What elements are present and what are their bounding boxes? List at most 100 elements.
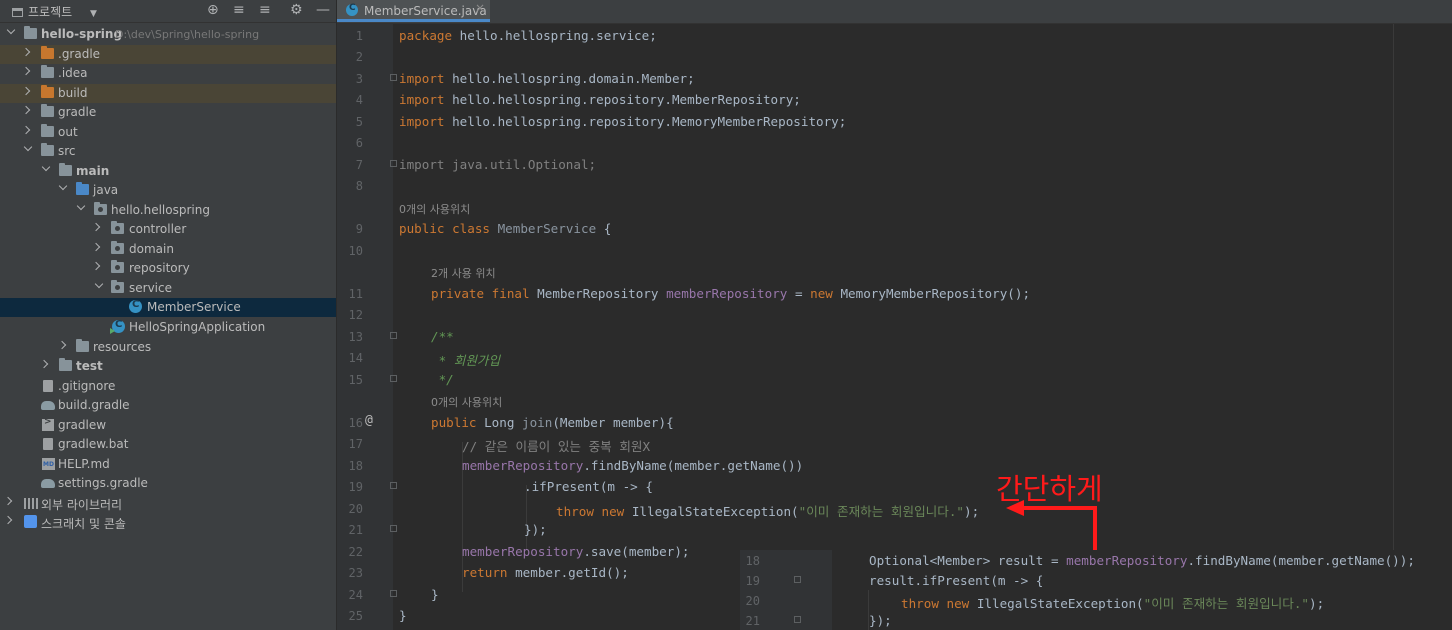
- tree-item-build-gradle[interactable]: build.gradle: [0, 396, 336, 415]
- tree-item-domain[interactable]: domain: [0, 240, 336, 259]
- usages-hint[interactable]: 0개의 사용위치: [431, 394, 502, 410]
- chevron-right-icon[interactable]: [93, 262, 101, 270]
- fold-marker-icon: [794, 576, 801, 583]
- source-root-folder-icon: [59, 163, 72, 176]
- tree-item-label: service: [129, 281, 172, 295]
- tree-item-repository[interactable]: repository: [0, 259, 336, 278]
- tab-label: MemberService.java: [364, 4, 487, 18]
- code-line-15: */: [431, 372, 454, 387]
- folder-icon: [41, 143, 54, 156]
- chevron-right-icon[interactable]: [41, 360, 49, 368]
- implementation-marker-icon[interactable]: @: [365, 413, 373, 428]
- chevron-down-icon[interactable]: [7, 28, 15, 36]
- tree-item-label: 스크래치 및 콘솔: [41, 517, 126, 531]
- line-number: 23: [348, 566, 363, 580]
- tree-item-out[interactable]: out: [0, 123, 336, 142]
- chevron-right-icon[interactable]: [23, 87, 31, 95]
- tree-item-gradlew[interactable]: gradlew: [0, 416, 336, 435]
- expand-all-icon[interactable]: ≡: [233, 2, 245, 18]
- chevron-right-icon[interactable]: [59, 341, 67, 349]
- line-number: 13: [348, 330, 363, 344]
- java-class-icon: [346, 3, 358, 16]
- tree-item-label: gradlew.bat: [58, 437, 129, 451]
- tree-item-gradle-cache[interactable]: .gradle: [0, 45, 336, 64]
- project-panel: 프로젝트 ▼ ⊕ ≡ ≡ ⚙ — hello-spring D:\dev\Spr…: [0, 0, 336, 630]
- code-line-5: import hello.hellospring.repository.Memo…: [399, 114, 847, 129]
- tree-item-label: HelloSpringApplication: [129, 320, 266, 334]
- tree-item-label: out: [58, 125, 78, 139]
- chevron-right-icon[interactable]: [23, 48, 31, 56]
- line-number: 7: [355, 158, 363, 172]
- tree-item-gradle[interactable]: gradle: [0, 103, 336, 122]
- tree-item-main[interactable]: main: [0, 162, 336, 181]
- chevron-down-icon[interactable]: [95, 282, 103, 290]
- tree-item-test[interactable]: test: [0, 357, 336, 376]
- tree-item-label: .idea: [58, 66, 88, 80]
- tree-item-hello-hellospring[interactable]: hello.hellospring: [0, 201, 336, 220]
- tree-item-hellospringapplication[interactable]: HelloSpringApplication: [0, 318, 336, 337]
- usages-hint[interactable]: 0개의 사용위치: [399, 201, 470, 217]
- folder-icon: [41, 104, 54, 117]
- chevron-down-icon[interactable]: [59, 184, 67, 192]
- chevron-down-icon[interactable]: [24, 145, 32, 153]
- line-number: 22: [348, 545, 363, 559]
- tree-item-scratches[interactable]: 스크래치 및 콘솔: [0, 513, 336, 532]
- close-icon[interactable]: ×: [475, 1, 485, 15]
- excluded-folder-icon: [41, 85, 54, 98]
- tree-item-service[interactable]: service: [0, 279, 336, 298]
- line-number: 2: [355, 50, 363, 64]
- line-number: 6: [355, 136, 363, 150]
- package-icon: [111, 280, 124, 293]
- chevron-right-icon[interactable]: [93, 223, 101, 231]
- chevron-right-icon[interactable]: [93, 243, 101, 251]
- usages-hint[interactable]: 2개 사용 위치: [431, 265, 496, 281]
- chevron-right-icon[interactable]: [23, 126, 31, 134]
- project-view-dropdown[interactable]: 프로젝트 ▼: [12, 3, 97, 20]
- line-number: 18: [745, 554, 760, 568]
- code-editor[interactable]: package hello.hellospring.service; impor…: [393, 24, 1452, 630]
- minimize-icon[interactable]: —: [316, 2, 330, 18]
- collapse-all-icon[interactable]: ≡: [259, 2, 271, 18]
- tree-item-label: controller: [129, 222, 187, 236]
- shell-script-icon: [42, 417, 54, 431]
- tree-item-java[interactable]: java: [0, 181, 336, 200]
- tree-item-label: settings.gradle: [58, 476, 148, 490]
- tab-memberservice[interactable]: MemberService.java ×: [337, 0, 490, 22]
- line-number: 14: [348, 351, 363, 365]
- tree-item-label: resources: [93, 340, 152, 354]
- tree-item-gradlew-bat[interactable]: gradlew.bat: [0, 435, 336, 454]
- folder-icon: [41, 124, 54, 137]
- tree-item-src[interactable]: src: [0, 142, 336, 161]
- right-margin-guide: [1393, 24, 1394, 630]
- line-number: 10: [348, 244, 363, 258]
- line-number: 20: [745, 594, 760, 608]
- tree-item-label: MemberService: [147, 300, 241, 314]
- gear-icon[interactable]: ⚙: [290, 2, 303, 18]
- tree-item-external-libraries[interactable]: 외부 라이브러리: [0, 494, 336, 513]
- tree-item-resources[interactable]: resources: [0, 338, 336, 357]
- tree-item-build[interactable]: build: [0, 84, 336, 103]
- code-line-4: import hello.hellospring.repository.Memb…: [399, 92, 801, 107]
- line-number: 19: [348, 480, 363, 494]
- tree-item-hello-spring[interactable]: hello-spring D:\dev\Spring\hello-spring: [0, 25, 336, 44]
- tree-item-help-md[interactable]: HELP.md: [0, 455, 336, 474]
- line-number: 11: [348, 287, 363, 301]
- line-number: 21: [348, 523, 363, 537]
- line-number: 25: [348, 609, 363, 623]
- line-number: 21: [745, 614, 760, 628]
- locate-icon[interactable]: ⊕: [207, 2, 219, 18]
- editor-tab-bar: MemberService.java ×: [337, 0, 1452, 24]
- chevron-right-icon[interactable]: [23, 67, 31, 75]
- chevron-right-icon[interactable]: [5, 516, 13, 524]
- tree-item-gitignore[interactable]: .gitignore: [0, 377, 336, 396]
- chevron-down-icon[interactable]: [42, 165, 50, 173]
- chevron-down-icon[interactable]: [77, 204, 85, 212]
- snippet-line-19: result.ifPresent(m -> {: [869, 573, 1044, 588]
- code-line-16: public Long join(Member member){: [431, 415, 674, 430]
- tree-item-idea[interactable]: .idea: [0, 64, 336, 83]
- tree-item-settings-gradle[interactable]: settings.gradle: [0, 474, 336, 493]
- chevron-right-icon[interactable]: [23, 106, 31, 114]
- chevron-right-icon[interactable]: [5, 497, 13, 505]
- tree-item-memberservice[interactable]: MemberService: [0, 298, 336, 317]
- tree-item-controller[interactable]: controller: [0, 220, 336, 239]
